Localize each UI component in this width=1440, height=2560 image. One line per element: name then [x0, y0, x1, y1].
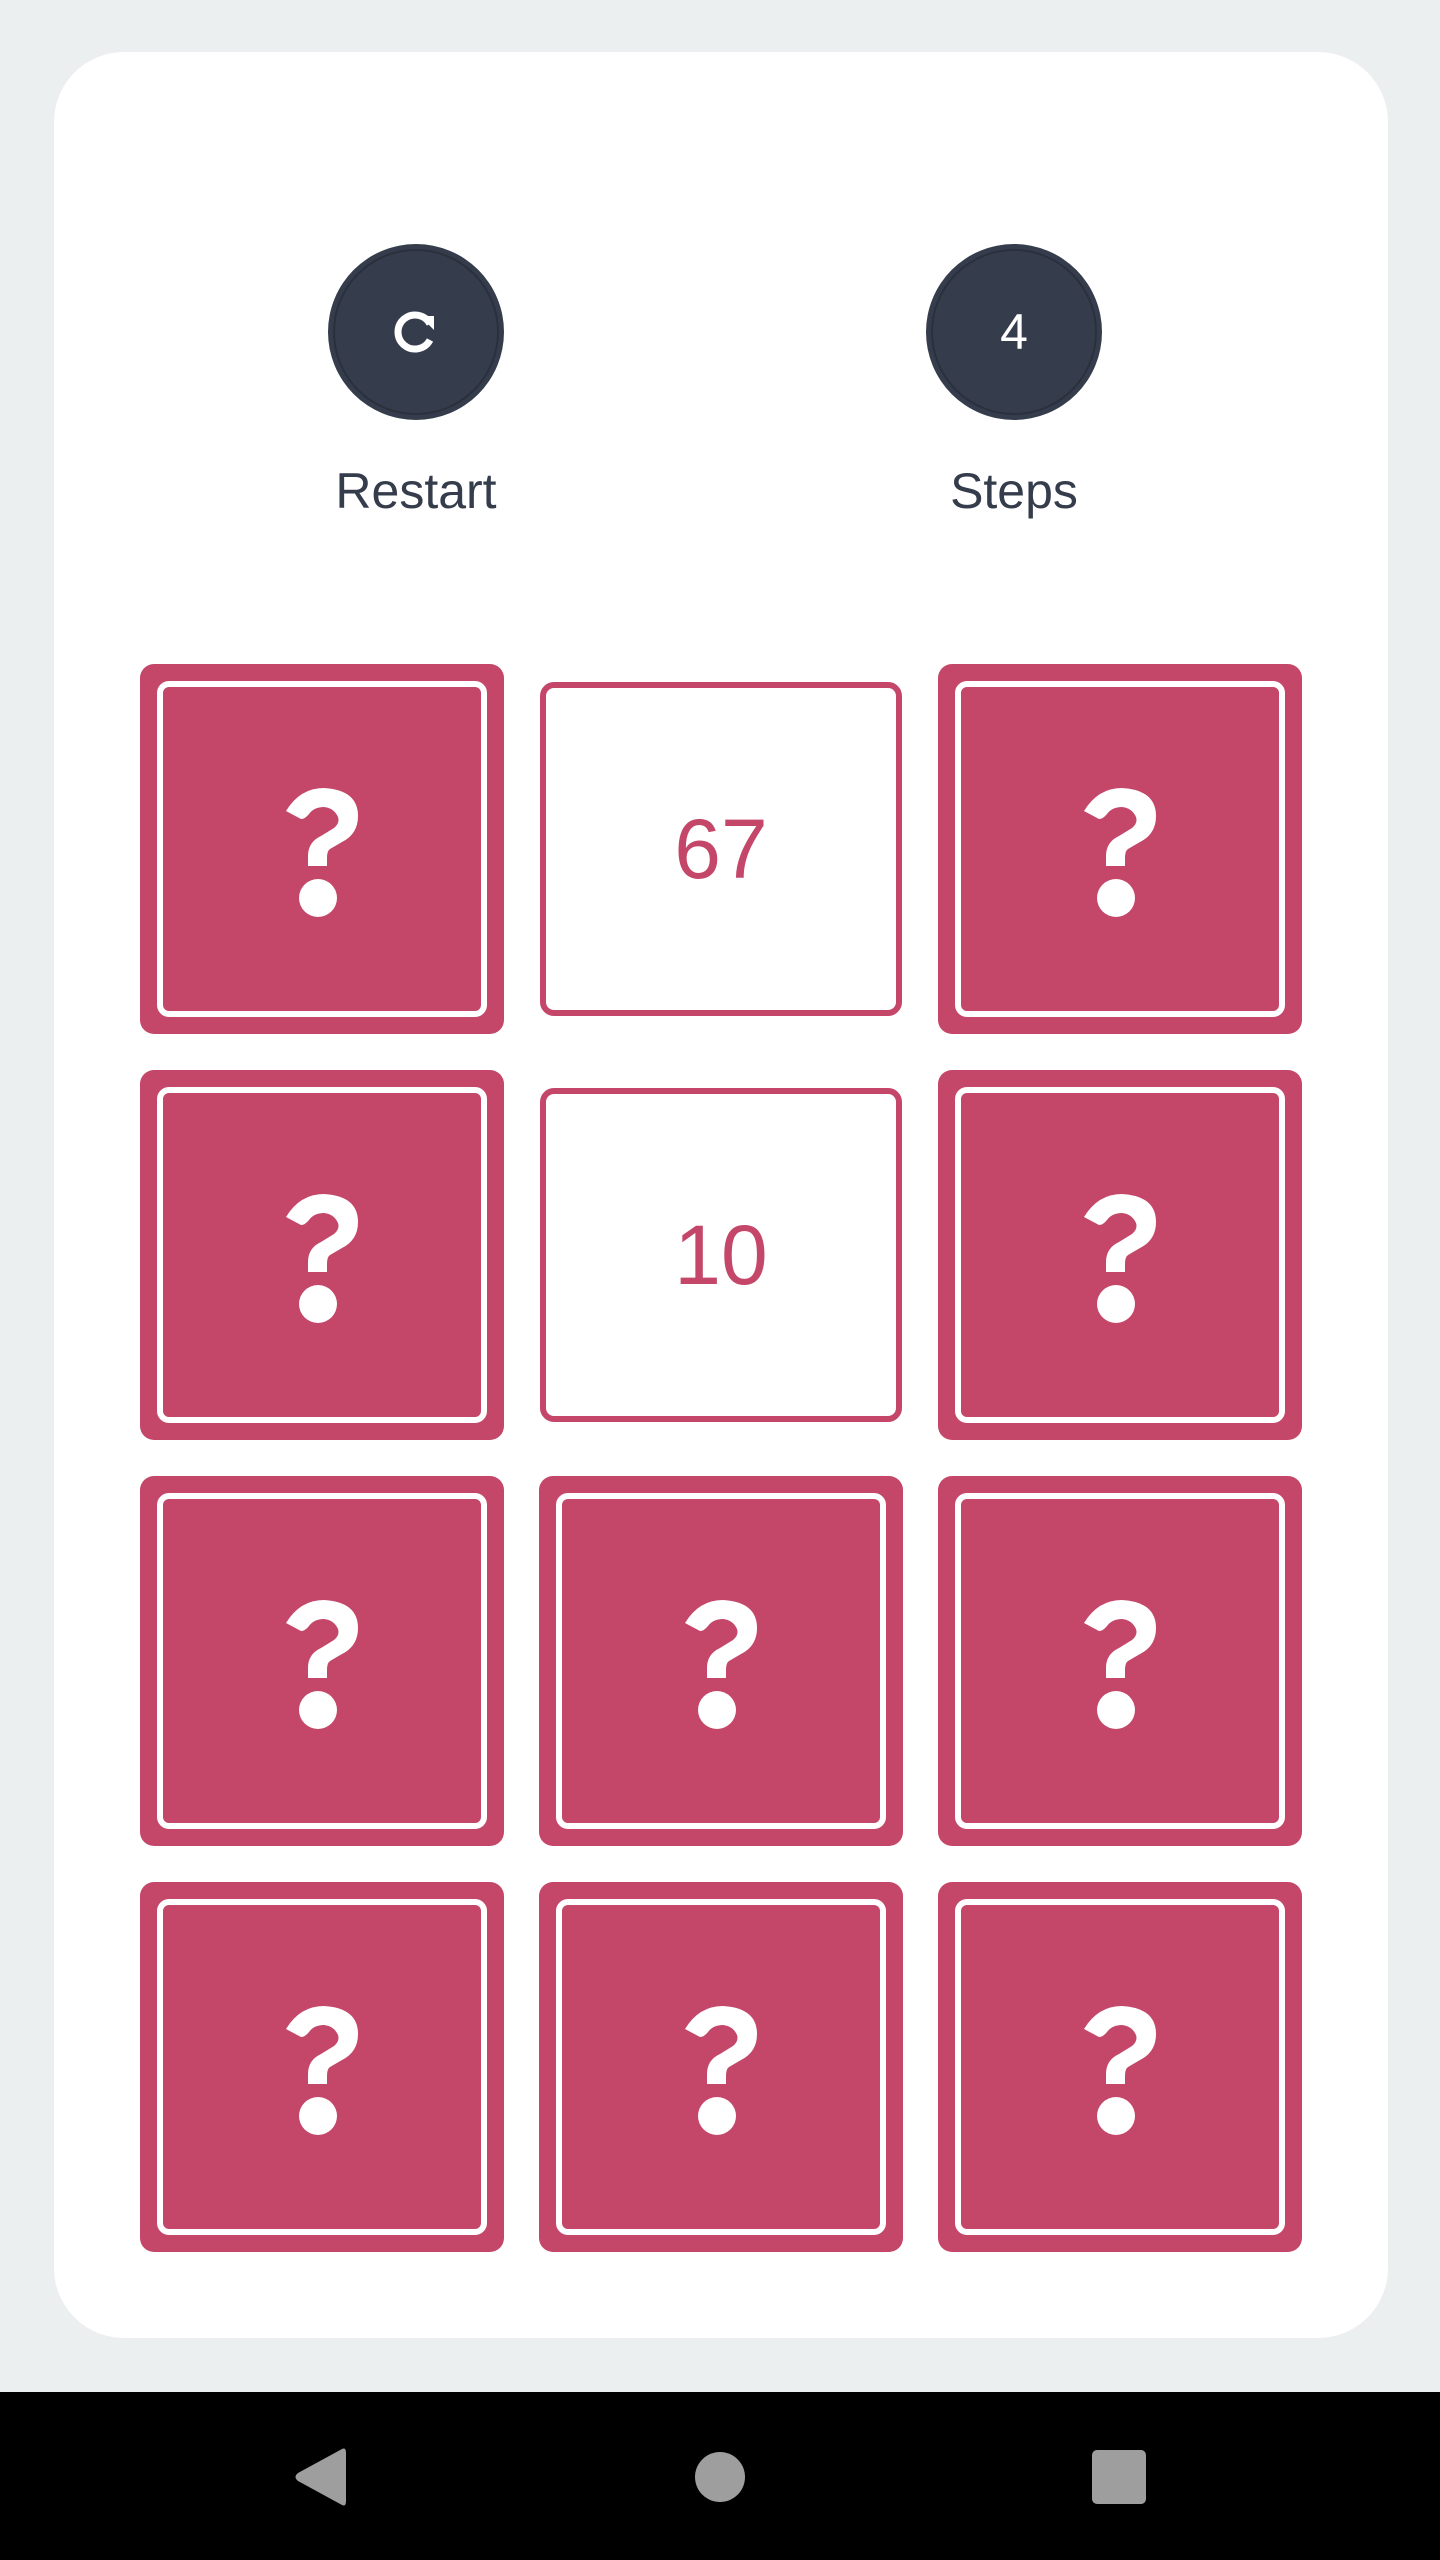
- tile-frame: [955, 1087, 1285, 1423]
- hidden-tile[interactable]: [938, 1882, 1302, 2252]
- game-panel: Restart 4 Steps 67 10: [54, 52, 1388, 2338]
- tile-frame: [955, 1899, 1285, 2235]
- hidden-tile[interactable]: [140, 664, 504, 1034]
- hidden-tile[interactable]: [539, 1476, 903, 1846]
- tile-frame: [556, 1493, 886, 1829]
- question-mark-icon: [685, 1600, 757, 1729]
- steps-label: Steps: [950, 463, 1078, 519]
- question-mark-icon: [286, 2006, 358, 2135]
- restart-button[interactable]: [328, 244, 504, 420]
- system-nav-bar: [0, 2392, 1440, 2560]
- tile-frame: [955, 1493, 1285, 1829]
- question-mark-icon: [1084, 788, 1156, 917]
- tile-frame: [955, 681, 1285, 1017]
- revealed-tile[interactable]: 10: [539, 1070, 903, 1440]
- nav-back-button[interactable]: [285, 2442, 355, 2512]
- tile-grid: 67 10: [140, 664, 1302, 2252]
- tile-frame: [157, 1899, 487, 2235]
- steps-control: 4 Steps: [884, 244, 1144, 520]
- hidden-tile[interactable]: [140, 1070, 504, 1440]
- restart-control: Restart: [286, 244, 546, 520]
- question-mark-icon: [286, 788, 358, 917]
- home-circle-icon: [695, 2452, 745, 2502]
- question-mark-icon: [286, 1194, 358, 1323]
- steps-counter: 4: [926, 244, 1102, 420]
- hidden-tile[interactable]: [938, 1476, 1302, 1846]
- nav-home-button[interactable]: [685, 2442, 755, 2512]
- restart-label: Restart: [335, 463, 497, 519]
- question-mark-icon: [1084, 2006, 1156, 2135]
- tile-frame: [556, 1899, 886, 2235]
- hidden-tile[interactable]: [140, 1882, 504, 2252]
- hidden-tile[interactable]: [140, 1476, 504, 1846]
- nav-recents-button[interactable]: [1084, 2442, 1154, 2512]
- tile-frame: [157, 1087, 487, 1423]
- question-mark-icon: [286, 1600, 358, 1729]
- question-mark-icon: [685, 2006, 757, 2135]
- restart-icon: [394, 311, 434, 353]
- hidden-tile[interactable]: [539, 1882, 903, 2252]
- tile-frame: 10: [540, 1088, 902, 1422]
- question-mark-icon: [1084, 1600, 1156, 1729]
- question-mark-icon: [1084, 1194, 1156, 1323]
- tile-number: 10: [674, 1207, 768, 1302]
- tile-frame: [157, 1493, 487, 1829]
- recents-square-icon: [1092, 2450, 1146, 2504]
- tile-frame: [157, 681, 487, 1017]
- steps-value: 4: [1000, 304, 1028, 360]
- tile-number: 67: [674, 801, 768, 896]
- hidden-tile[interactable]: [938, 1070, 1302, 1440]
- revealed-tile[interactable]: 67: [539, 664, 903, 1034]
- hidden-tile[interactable]: [938, 664, 1302, 1034]
- back-triangle-icon: [295, 2448, 346, 2506]
- tile-frame: 67: [540, 682, 902, 1016]
